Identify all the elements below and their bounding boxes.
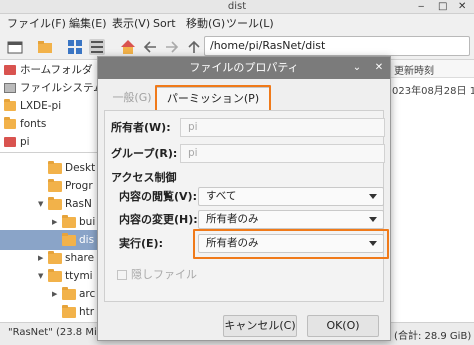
access-control-heading: アクセス制御	[111, 171, 177, 184]
view-content-label: 内容の閲覧(V):	[119, 190, 197, 203]
tree-item[interactable]: Progr	[48, 176, 104, 196]
change-content-label: 内容の変更(H):	[119, 213, 198, 226]
folder-icon	[48, 179, 62, 192]
file-modified: 023年08月28日 1	[392, 86, 474, 97]
dialog-title: ファイルのプロパティ	[98, 57, 390, 79]
change-content-select[interactable]: 所有者のみ	[198, 210, 384, 229]
execute-highlight	[193, 229, 389, 259]
directory-tree: Deskt Progr ▼ RasN ▶ bui dis ▶ share ▼ t…	[0, 152, 104, 322]
group-label: グループ(R):	[111, 147, 178, 160]
expander-right-icon[interactable]: ▶	[38, 248, 43, 268]
tree-item[interactable]: Deskt	[48, 158, 104, 178]
back-arrow-icon[interactable]	[142, 39, 158, 55]
owner-field: pi	[180, 118, 385, 137]
place-label: ファイルシステム	[20, 82, 104, 94]
icon-view-icon[interactable]	[67, 39, 83, 55]
place-fonts[interactable]: fonts	[0, 115, 104, 133]
menu-sort[interactable]: Sort	[153, 17, 176, 31]
path-input[interactable]: /home/pi/RasNet/dist	[204, 36, 470, 56]
column-modified[interactable]: 更新時刻	[394, 62, 434, 77]
place-filesystem[interactable]: ファイルシステム	[0, 79, 104, 97]
place-label: fonts	[20, 118, 47, 130]
new-window-icon[interactable]	[7, 39, 23, 55]
status-free-space: B (合計: 28.9 GiB)	[384, 331, 472, 342]
home-icon	[4, 65, 16, 75]
view-content-value: すべて	[206, 190, 237, 202]
permissions-panel: 所有者(W): pi グループ(R): pi アクセス制御 内容の閲覧(V): …	[104, 110, 389, 302]
view-content-select[interactable]: すべて	[198, 187, 384, 206]
file-properties-dialog: ファイルのプロパティ ⌄ ✕ 一般(G) パーミッション(P) 所有者(W): …	[97, 56, 391, 341]
menu-view[interactable]: 表示(V)	[112, 17, 150, 31]
menu-file[interactable]: ファイル(F)	[7, 17, 66, 31]
tree-item[interactable]: ttymi	[48, 266, 104, 286]
change-content-value: 所有者のみ	[206, 213, 259, 225]
folder-icon	[62, 287, 76, 300]
place-label: pi	[20, 136, 30, 148]
status-selection: "RasNet" (23.8 Mi	[8, 327, 97, 338]
permissions-tab-highlight	[155, 85, 271, 112]
minimize-icon[interactable]: ‒	[418, 0, 424, 14]
folder-icon	[4, 117, 16, 129]
expander-right-icon[interactable]: ▶	[52, 212, 57, 232]
ok-button[interactable]: OK(O)	[307, 315, 379, 337]
dialog-minimize-icon[interactable]: ⌄	[350, 61, 364, 75]
menu-go[interactable]: 移動(G)	[186, 17, 225, 31]
close-icon[interactable]: ✕	[458, 0, 466, 14]
dialog-close-icon[interactable]: ✕	[372, 61, 386, 75]
maximize-icon[interactable]: □	[438, 0, 447, 14]
execute-label: 実行(E):	[119, 237, 163, 250]
list-view-icon[interactable]	[89, 39, 105, 55]
owner-label: 所有者(W):	[111, 121, 171, 134]
place-home[interactable]: ホームフォルダ	[0, 61, 104, 79]
folder-icon	[48, 251, 62, 264]
folder-icon	[48, 161, 62, 174]
forward-arrow-icon[interactable]	[164, 39, 180, 55]
folder-icon	[48, 197, 62, 210]
tab-general[interactable]: 一般(G)	[110, 87, 154, 111]
cancel-button[interactable]: キャンセル(C)	[223, 315, 297, 337]
place-lxde-pi[interactable]: LXDE-pi	[0, 97, 104, 115]
tree-item[interactable]: share	[48, 248, 104, 268]
menu-tools[interactable]: ツール(L)	[226, 17, 274, 31]
home-icon	[4, 137, 16, 147]
drive-icon	[4, 83, 16, 93]
home-icon[interactable]	[120, 39, 136, 55]
dropdown-arrow-icon	[369, 217, 377, 222]
expander-down-icon[interactable]: ▼	[38, 266, 43, 286]
place-label: ホームフォルダ	[20, 64, 93, 76]
place-pi[interactable]: pi	[0, 133, 104, 151]
places-pane: ホームフォルダ ファイルシステム LXDE-pi fonts pi	[0, 60, 104, 152]
folder-icon	[4, 99, 16, 111]
folder-icon	[62, 305, 76, 318]
folder-icon	[62, 233, 76, 246]
window-titlebar: dist ‒ □ ✕	[0, 0, 474, 14]
tree-item[interactable]: RasN	[48, 194, 104, 214]
folder-icon	[48, 269, 62, 282]
hidden-file-label: 隠しファイル	[131, 268, 197, 281]
new-folder-icon[interactable]	[37, 39, 53, 55]
tree-item-selected[interactable]: dis	[0, 230, 104, 250]
window-title: dist	[227, 1, 247, 12]
hidden-file-checkbox[interactable]	[117, 270, 127, 280]
place-label: LXDE-pi	[20, 100, 62, 112]
dropdown-arrow-icon	[369, 194, 377, 199]
group-field: pi	[180, 144, 385, 163]
folder-icon	[62, 215, 76, 228]
expander-right-icon[interactable]: ▶	[52, 284, 57, 304]
menu-edit[interactable]: 編集(E)	[69, 17, 107, 31]
up-arrow-icon[interactable]	[186, 39, 202, 55]
expander-down-icon[interactable]: ▼	[38, 194, 43, 214]
menu-bar: ファイル(F) 編集(E) 表示(V) Sort 移動(G) ツール(L)	[0, 14, 474, 34]
